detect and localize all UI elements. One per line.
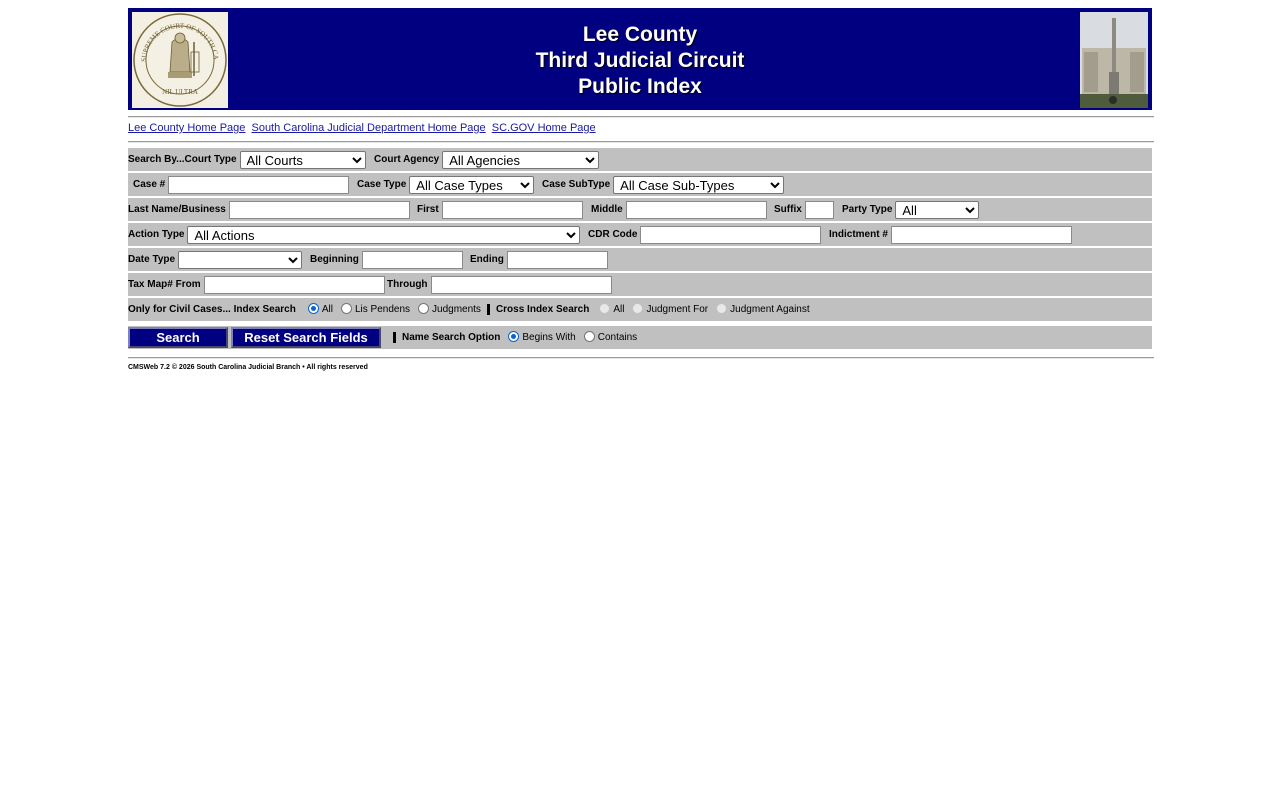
search-row-court: Search By...Court Type All Courts Court … bbox=[128, 148, 1152, 171]
suffix-label: Suffix bbox=[774, 204, 802, 215]
cdr-code-label: CDR Code bbox=[588, 229, 638, 240]
search-row-name: Last Name/Business First Middle Suffix P… bbox=[128, 198, 1152, 221]
indictment-label: Indictment # bbox=[829, 229, 888, 240]
middle-name-label: Middle bbox=[591, 204, 623, 215]
name-search-option-label: Name Search Option bbox=[402, 332, 501, 343]
cross-option-judgment-against[interactable]: Judgment Against bbox=[716, 303, 810, 315]
action-type-select[interactable]: All Actions bbox=[187, 225, 581, 244]
court-type-select[interactable]: All Courts bbox=[239, 150, 366, 169]
court-agency-label: Court Agency bbox=[374, 154, 440, 165]
index-all-radio[interactable] bbox=[307, 303, 319, 314]
begins-with-radio[interactable] bbox=[508, 331, 520, 342]
divider-links bbox=[128, 141, 1154, 143]
tax-map-through-label: Through bbox=[387, 279, 428, 290]
cross-option-all[interactable]: All bbox=[599, 303, 624, 315]
first-name-input[interactable] bbox=[441, 200, 583, 219]
title-index: Public Index bbox=[578, 75, 702, 98]
search-row-action: Action Type All Actions CDR Code Indictm… bbox=[128, 223, 1152, 246]
last-name-input[interactable] bbox=[228, 200, 410, 219]
search-row-civil: Only for Civil Cases... Index Search All… bbox=[128, 298, 1152, 321]
case-type-select[interactable]: All Case Types bbox=[409, 175, 535, 194]
courthouse-photo bbox=[1080, 12, 1148, 108]
title-county: Lee County bbox=[582, 23, 698, 46]
name-option-contains[interactable]: Contains bbox=[583, 331, 637, 343]
divider-bottom bbox=[128, 357, 1154, 359]
contains-radio[interactable] bbox=[583, 331, 595, 342]
index-option-all[interactable]: All bbox=[307, 303, 333, 315]
case-number-input[interactable] bbox=[168, 175, 350, 194]
middle-name-input[interactable] bbox=[625, 200, 767, 219]
search-row-case: Case # Case Type All Case Types Case Sub… bbox=[128, 173, 1152, 196]
index-option-judgments[interactable]: Judgments bbox=[418, 303, 481, 315]
page-title: Lee County Third Judicial Circuit Public… bbox=[130, 22, 1150, 100]
beginning-date-input[interactable] bbox=[361, 250, 463, 269]
footer-copyright: CMSWeb 7.2 © 2026 South Carolina Judicia… bbox=[128, 364, 368, 371]
reset-search-fields-button[interactable]: Reset Search Fields bbox=[231, 327, 381, 348]
search-row-actions: Search Reset Search Fields Name Search O… bbox=[128, 326, 1152, 349]
date-type-select[interactable] bbox=[178, 250, 303, 269]
link-scgov-home[interactable]: SC.GOV Home Page bbox=[492, 122, 596, 134]
court-agency-select[interactable]: All Agencies bbox=[442, 150, 600, 169]
cross-judgment-against-radio[interactable] bbox=[716, 303, 728, 314]
search-row-date: Date Type Beginning Ending bbox=[128, 248, 1152, 271]
cross-option-judgment-for[interactable]: Judgment For bbox=[632, 303, 708, 315]
index-judgments-radio[interactable] bbox=[418, 303, 430, 314]
case-number-label: Case # bbox=[133, 179, 166, 190]
divider-top bbox=[128, 116, 1154, 118]
links-bar: Lee County Home Page South Carolina Judi… bbox=[128, 122, 599, 134]
header-banner: SUPREME COURT OF SOUTH CAROLINA NIL ULTR… bbox=[128, 6, 1152, 110]
search-row-taxmap: Tax Map# From Through bbox=[128, 273, 1152, 296]
indictment-input[interactable] bbox=[890, 225, 1072, 244]
page-container: SUPREME COURT OF SOUTH CAROLINA NIL ULTR… bbox=[128, 6, 1154, 371]
separator-bar-2 bbox=[393, 332, 396, 343]
action-type-label: Action Type bbox=[128, 229, 185, 240]
tax-map-from-label: Tax Map# From bbox=[128, 279, 201, 290]
court-type-label: Search By...Court Type bbox=[128, 154, 237, 165]
search-button[interactable]: Search bbox=[128, 327, 228, 348]
link-lee-county-home[interactable]: Lee County Home Page bbox=[128, 122, 245, 134]
index-option-lis-pendens[interactable]: Lis Pendens bbox=[340, 303, 410, 315]
cross-index-search-label: Cross Index Search bbox=[495, 304, 590, 315]
case-type-label: Case Type bbox=[357, 179, 407, 190]
party-type-select[interactable]: All bbox=[895, 200, 980, 219]
title-circuit: Third Judicial Circuit bbox=[535, 49, 745, 72]
cross-all-radio[interactable] bbox=[599, 303, 611, 314]
date-type-label: Date Type bbox=[128, 254, 176, 265]
case-subtype-label: Case SubType bbox=[542, 179, 611, 190]
civil-index-search-label: Only for Civil Cases... Index Search bbox=[128, 304, 296, 315]
index-lis-pendens-radio[interactable] bbox=[340, 303, 352, 314]
suffix-input[interactable] bbox=[804, 200, 834, 219]
link-sc-judicial-home[interactable]: South Carolina Judicial Department Home … bbox=[251, 122, 485, 134]
beginning-date-label: Beginning bbox=[310, 254, 359, 265]
first-name-label: First bbox=[417, 204, 439, 215]
party-type-label: Party Type bbox=[842, 204, 893, 215]
cdr-code-input[interactable] bbox=[640, 225, 822, 244]
last-name-label: Last Name/Business bbox=[128, 204, 226, 215]
tax-map-through-input[interactable] bbox=[430, 275, 612, 294]
ending-date-label: Ending bbox=[470, 254, 504, 265]
tax-map-from-input[interactable] bbox=[203, 275, 385, 294]
ending-date-input[interactable] bbox=[506, 250, 608, 269]
separator-bar bbox=[486, 304, 490, 315]
name-option-begins-with[interactable]: Begins With bbox=[508, 331, 576, 343]
case-subtype-select[interactable]: All Case Sub-Types bbox=[613, 175, 785, 194]
cross-judgment-for-radio[interactable] bbox=[632, 303, 644, 314]
